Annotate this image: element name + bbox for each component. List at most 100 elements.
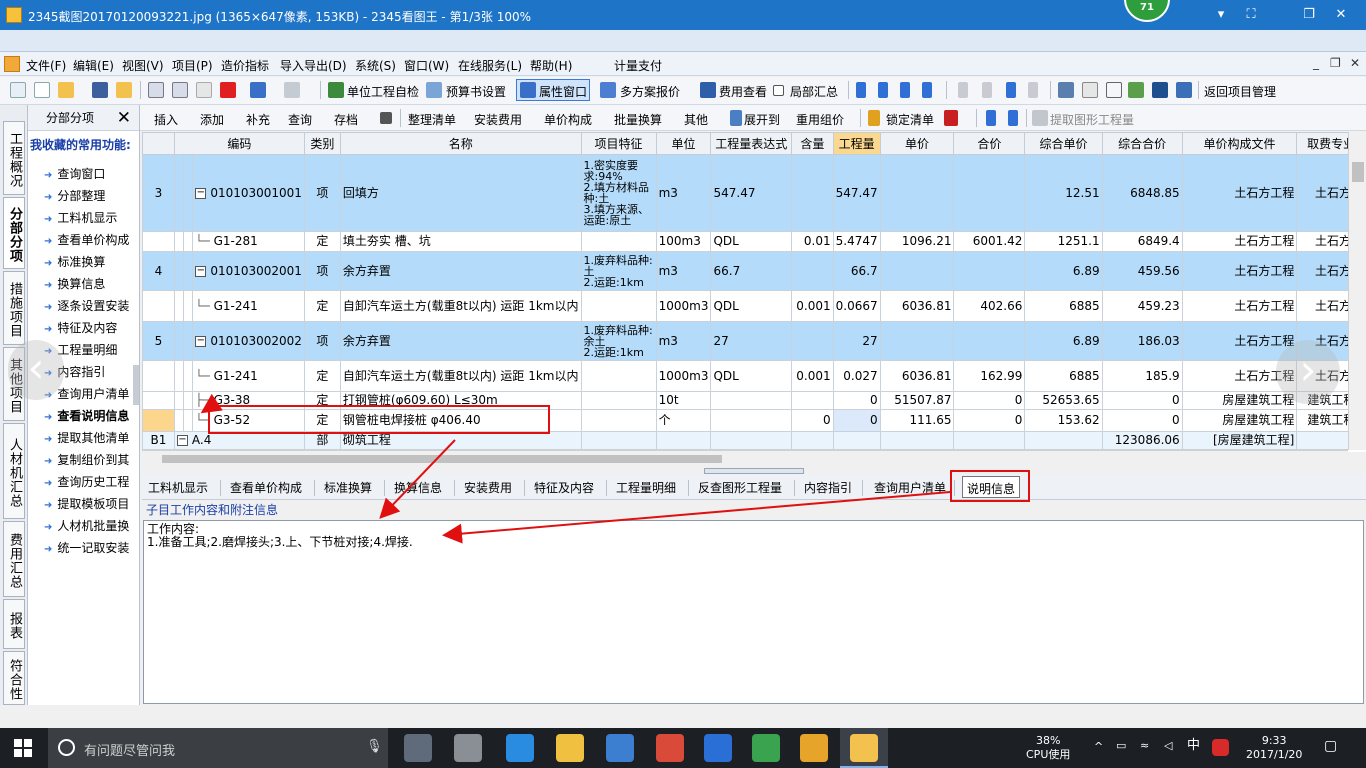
tab-compliance[interactable]: 符合性: [3, 651, 25, 705]
tab-project-overview[interactable]: 工程概况: [3, 121, 25, 195]
collapse-icon[interactable]: −: [195, 265, 207, 277]
query-button[interactable]: 查询: [288, 111, 312, 128]
fav-item-query-window[interactable]: ➜ 查询窗口: [44, 163, 105, 185]
fav-item-copy-pricing[interactable]: ➜ 复制组价到其: [44, 449, 129, 471]
table-row[interactable]: B1 − A.4 部 砌筑工程 123086.06 [房屋建筑工程]: [142, 431, 1366, 450]
fav-item-unified-install[interactable]: ➜ 统一记取安装: [44, 537, 129, 559]
list-icon[interactable]: [1176, 82, 1192, 98]
move-right-icon[interactable]: [982, 82, 992, 98]
color-fill-icon[interactable]: [944, 110, 958, 126]
app-browser-blue-icon[interactable]: [704, 734, 732, 762]
next-image-icon[interactable]: ›: [1276, 340, 1340, 404]
move-down-icon[interactable]: [1028, 82, 1038, 98]
paragraph-icon[interactable]: [1106, 82, 1122, 98]
undo-icon[interactable]: [250, 82, 266, 98]
tab-sub-items[interactable]: 分部分项: [3, 197, 25, 269]
last-record-icon[interactable]: [922, 82, 932, 98]
cut-icon[interactable]: [148, 82, 164, 98]
close-icon[interactable]: ✕: [1330, 5, 1352, 25]
menu-help[interactable]: 帮助(H): [530, 57, 572, 74]
col-header-expression[interactable]: 工程量表达式: [710, 132, 793, 155]
unit-price-composition-button[interactable]: 单价构成: [544, 111, 592, 128]
formula-icon[interactable]: [1082, 82, 1098, 98]
organize-list-button[interactable]: 整理清单: [408, 111, 456, 128]
menu-cost-index[interactable]: 造价指标: [221, 57, 269, 74]
other-button[interactable]: 其他: [684, 111, 708, 128]
file-explorer-icon[interactable]: [556, 734, 584, 762]
arrow-up-icon[interactable]: [986, 110, 996, 126]
microphone-icon[interactable]: 🎙: [366, 739, 383, 754]
table-row[interactable]: 4 −010103002001 项 余方弃置 1.废弃料品种:土 2.运距:1k…: [142, 251, 1366, 291]
open-folder-icon[interactable]: [58, 82, 74, 98]
copy-icon[interactable]: [172, 82, 188, 98]
partial-summary-checkbox[interactable]: [773, 85, 784, 96]
grid-vertical-scrollbar[interactable]: [1348, 132, 1366, 450]
tab-labor-material[interactable]: 人材机汇总: [3, 423, 25, 519]
menu-system[interactable]: 系统(S): [355, 57, 396, 74]
tab-measures[interactable]: 措施项目: [3, 271, 25, 345]
cost-view-button[interactable]: 费用查看: [719, 83, 767, 100]
mdi-restore-icon[interactable]: ❐: [1330, 56, 1341, 70]
fav-item-batch-labor[interactable]: ➜ 人材机批量换: [44, 515, 129, 537]
col-header-type[interactable]: 类别: [303, 132, 341, 155]
col-header-price[interactable]: 单价: [879, 132, 955, 155]
tab-cost-summary[interactable]: 费用汇总: [3, 521, 25, 597]
taskbar-search-box[interactable]: 有问题尽管问我 🎙: [48, 728, 388, 768]
col-header-unit[interactable]: 单位: [655, 132, 712, 155]
wifi-icon[interactable]: ≈: [1140, 739, 1149, 753]
budget-settings-button[interactable]: 预算书设置: [446, 83, 506, 100]
clock[interactable]: 9:33 2017/1/20: [1246, 734, 1302, 762]
tab-labor-display[interactable]: 工料机显示: [148, 479, 208, 496]
fav-item-unit-price-view[interactable]: ➜ 查看单价构成: [44, 229, 129, 251]
extract-graphic-qty-button[interactable]: 提取图形工程量: [1050, 111, 1134, 128]
fav-item-history-project[interactable]: ➜ 查询历史工程: [44, 471, 129, 493]
tab-graphic-qty[interactable]: 反查图形工程量: [698, 479, 782, 496]
next-record-icon[interactable]: [900, 82, 910, 98]
table-row[interactable]: 5 −010103002002 项 余方弃置 1.废弃料品种:余土 2.运距:1…: [142, 321, 1366, 361]
collapse-icon[interactable]: −: [195, 187, 207, 199]
close-panel-icon[interactable]: ✕: [117, 105, 131, 131]
self-check-button[interactable]: 单位工程自检: [347, 83, 419, 100]
store-icon[interactable]: [606, 734, 634, 762]
install-cost-button[interactable]: 安装费用: [474, 111, 522, 128]
fav-item-labor-display[interactable]: ➜ 工料机显示: [44, 207, 117, 229]
cpu-usage[interactable]: 38% CPU使用: [1026, 734, 1070, 762]
move-up-icon[interactable]: [1006, 82, 1016, 98]
grid-horizontal-scrollbar[interactable]: [142, 450, 1348, 466]
edge-browser-icon[interactable]: [506, 734, 534, 762]
delete-icon[interactable]: [220, 82, 236, 98]
arrow-down-icon[interactable]: [1008, 110, 1018, 126]
collapse-icon[interactable]: −: [195, 335, 207, 347]
col-header-quantity[interactable]: 工程量: [832, 132, 881, 155]
col-header-total[interactable]: 合价: [953, 132, 1026, 155]
favorites-scrollbar[interactable]: [133, 365, 139, 405]
redo-icon[interactable]: [284, 82, 300, 98]
supplement-button[interactable]: 补充: [246, 111, 270, 128]
menu-payment[interactable]: 计量支付: [614, 57, 662, 74]
notification-center-icon[interactable]: ▢: [1324, 739, 1337, 753]
paste-icon[interactable]: [196, 82, 212, 98]
report-icon[interactable]: [1152, 82, 1168, 98]
first-record-icon[interactable]: [856, 82, 866, 98]
menu-import-export[interactable]: 导入导出(D): [280, 57, 347, 74]
tab-install-cost[interactable]: 安装费用: [464, 479, 512, 496]
menu-window[interactable]: 窗口(W): [404, 57, 449, 74]
tab-user-list[interactable]: 查询用户清单: [874, 479, 946, 496]
fav-item-division-organize[interactable]: ➜ 分部整理: [44, 185, 105, 207]
windows-start-icon[interactable]: [14, 739, 32, 757]
properties-window-button[interactable]: 属性窗口: [539, 83, 587, 100]
col-header-content[interactable]: 含量: [791, 132, 834, 155]
menu-edit[interactable]: 编辑(E): [73, 57, 114, 74]
expand-to-button[interactable]: 展开到: [744, 111, 780, 128]
notification-badge[interactable]: 71: [1124, 0, 1170, 22]
fav-item-features[interactable]: ➜ 特征及内容: [44, 317, 117, 339]
table-row[interactable]: └─ G1-281 定 填土夯实 槽、坑 100m3 QDL 0.01 5.47…: [142, 231, 1366, 252]
col-header-code[interactable]: 编码: [173, 132, 305, 155]
tray-expand-icon[interactable]: ^: [1094, 740, 1103, 754]
volume-icon[interactable]: ◁: [1164, 739, 1172, 753]
tab-content-guide[interactable]: 内容指引: [804, 479, 852, 496]
tab-convert-info[interactable]: 换算信息: [394, 479, 442, 496]
network-icon[interactable]: ▭: [1116, 739, 1126, 753]
calculator-icon[interactable]: [1058, 82, 1074, 98]
mdi-minimize-icon[interactable]: _: [1313, 56, 1319, 70]
